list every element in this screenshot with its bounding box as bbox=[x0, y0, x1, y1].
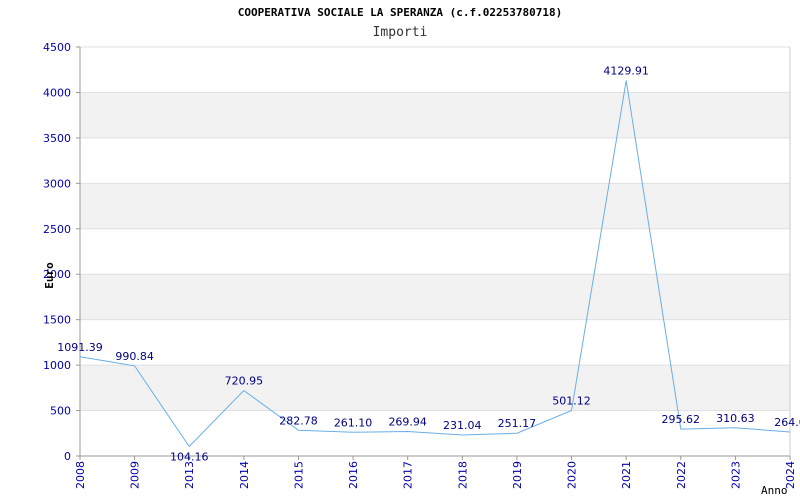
value-label: 310.63 bbox=[716, 412, 755, 425]
x-tick-label: 2015 bbox=[292, 461, 305, 489]
y-tick-label: 4500 bbox=[43, 41, 71, 54]
value-label: 1091.39 bbox=[57, 341, 103, 354]
value-label: 261.10 bbox=[334, 416, 373, 429]
y-tick-label: 500 bbox=[50, 405, 71, 418]
x-tick-label: 2021 bbox=[620, 461, 633, 489]
value-label: 269.94 bbox=[388, 415, 427, 428]
grid-band bbox=[80, 92, 790, 138]
y-tick-label: 2500 bbox=[43, 223, 71, 236]
x-tick-label: 2009 bbox=[129, 461, 142, 489]
y-tick-label: 4000 bbox=[43, 86, 71, 99]
x-tick-label: 2017 bbox=[402, 461, 415, 489]
x-tick-label: 2022 bbox=[675, 461, 688, 489]
y-tick-label: 3500 bbox=[43, 132, 71, 145]
value-label: 501.12 bbox=[552, 394, 591, 407]
y-tick-labels: 050010001500200025003000350040004500 bbox=[43, 41, 80, 463]
x-tick-label: 2020 bbox=[566, 461, 579, 489]
value-label: 990.84 bbox=[115, 350, 154, 363]
value-label: 231.04 bbox=[443, 419, 482, 432]
grid-band bbox=[80, 183, 790, 229]
y-axis-label: Euro bbox=[43, 262, 56, 289]
x-axis-label: Anno bbox=[761, 484, 788, 497]
y-tick-label: 1000 bbox=[43, 359, 71, 372]
value-label: 264.0 bbox=[774, 416, 800, 429]
y-tick-label: 1500 bbox=[43, 314, 71, 327]
line-chart: 050010001500200025003000350040004500 200… bbox=[43, 41, 800, 497]
grid-bands bbox=[80, 92, 790, 411]
x-tick-label: 2014 bbox=[238, 461, 251, 489]
y-tick-label: 0 bbox=[64, 450, 71, 463]
value-label: 295.62 bbox=[662, 413, 701, 426]
value-label: 104.16 bbox=[170, 451, 209, 464]
value-label: 282.78 bbox=[279, 414, 318, 427]
grid-band bbox=[80, 274, 790, 320]
value-label: 720.95 bbox=[225, 374, 264, 387]
x-tick-label: 2018 bbox=[456, 461, 469, 489]
x-tick-label: 2013 bbox=[183, 461, 196, 489]
x-tick-label: 2016 bbox=[347, 461, 360, 489]
x-tick-label: 2023 bbox=[729, 461, 742, 489]
x-tick-label: 2008 bbox=[74, 461, 87, 489]
value-label: 251.17 bbox=[498, 417, 537, 430]
grid-band bbox=[80, 365, 790, 411]
x-tick-label: 2019 bbox=[511, 461, 524, 489]
value-label: 4129.91 bbox=[603, 65, 649, 78]
y-tick-label: 3000 bbox=[43, 177, 71, 190]
